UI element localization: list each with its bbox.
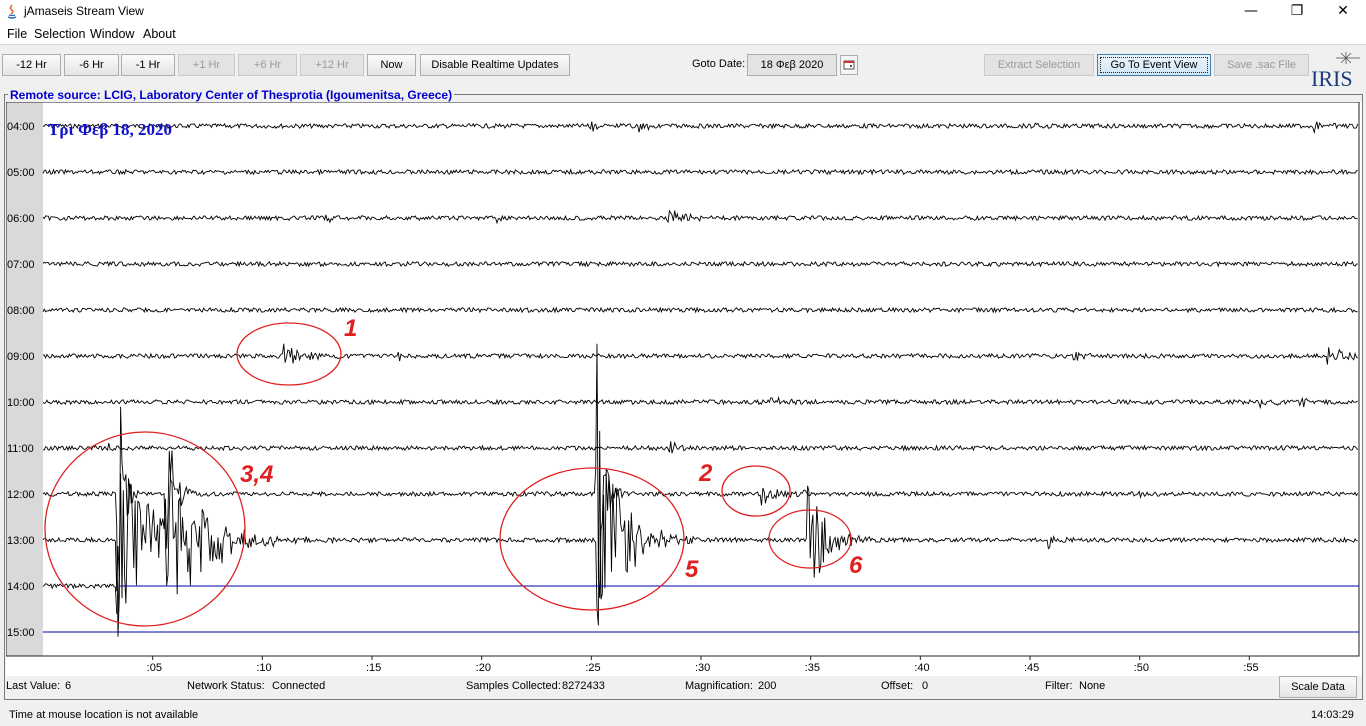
mouse-time-text: Time at mouse location is not available (9, 709, 199, 721)
title-bar: jAmaseis Stream View — ❐ ✕ (0, 0, 1366, 24)
calendar-icon (843, 60, 855, 70)
status-bar: Last Value: 6 Network Status: Connected … (0, 676, 1366, 698)
x-tick-label: :35 (805, 662, 820, 674)
menu-about[interactable]: About (143, 27, 176, 41)
last-value: 6 (65, 680, 72, 692)
window-title: jAmaseis Stream View (24, 4, 144, 18)
now-button[interactable]: Now (367, 54, 416, 76)
row-time-label: 09:00 (7, 351, 35, 363)
plus-1-hr-button[interactable]: +1 Hr (178, 54, 235, 76)
x-tick-label: :55 (1243, 662, 1258, 674)
magnification-value: 200 (758, 680, 777, 692)
minus-12-hr-button[interactable]: -12 Hr (2, 54, 61, 76)
x-tick-label: :50 (1134, 662, 1149, 674)
x-tick-label: :30 (695, 662, 710, 674)
x-tick-label: :45 (1024, 662, 1039, 674)
disable-realtime-button[interactable]: Disable Realtime Updates (420, 54, 570, 76)
extract-selection-button[interactable]: Extract Selection (984, 54, 1094, 76)
annotation-label: 5 (685, 556, 699, 583)
row-time-label: 13:00 (7, 535, 35, 547)
row-time-label: 07:00 (7, 259, 35, 271)
plot-background (6, 102, 1362, 676)
minimize-button[interactable]: — (1228, 0, 1274, 24)
samples-value: 8272433 (562, 680, 605, 692)
save-sac-file-button[interactable]: Save .sac File (1214, 54, 1309, 76)
clock: 14:03:29 (1311, 709, 1354, 721)
annotation-label: 2 (698, 460, 713, 487)
row-time-label: 14:00 (7, 581, 35, 593)
minus-6-hr-button[interactable]: -6 Hr (64, 54, 119, 76)
x-tick-label: :20 (476, 662, 491, 674)
network-status-value: Connected (272, 680, 326, 692)
filter-label: Filter: (1045, 680, 1073, 692)
iris-logo: IRIS (1311, 52, 1360, 90)
row-time-label: 04:00 (7, 121, 35, 133)
offset-value: 0 (922, 680, 929, 692)
row-time-label: 06:00 (7, 213, 35, 225)
row-time-label: 15:00 (7, 627, 35, 639)
close-button[interactable]: ✕ (1320, 0, 1366, 24)
goto-date-field[interactable]: 18 Φεβ 2020 (747, 54, 837, 76)
row-time-label: 10:00 (7, 397, 35, 409)
samples-label: Samples Collected: (466, 680, 561, 692)
go-to-event-view-button[interactable]: Go To Event View (1097, 54, 1211, 76)
x-tick-label: :25 (585, 662, 600, 674)
plus-6-hr-button[interactable]: +6 Hr (238, 54, 297, 76)
row-time-label: 11:00 (7, 443, 34, 455)
row-time-label: 12:00 (7, 489, 35, 501)
filter-value: None (1079, 680, 1106, 692)
remote-source-label: Remote source: LCIG, Laboratory Center o… (8, 88, 455, 102)
row-time-label: 08:00 (7, 305, 35, 317)
java-app-icon (7, 4, 17, 19)
annotation-label: 3,4 (240, 461, 273, 488)
last-value-label: Last Value: (6, 680, 61, 692)
iris-logo-text: IRIS (1311, 66, 1353, 90)
x-tick-label: :10 (256, 662, 271, 674)
minus-1-hr-button[interactable]: -1 Hr (121, 54, 175, 76)
x-tick-label: :40 (914, 662, 929, 674)
toolbar: -12 Hr -6 Hr -1 Hr +1 Hr +6 Hr +12 Hr No… (0, 45, 1366, 89)
annotation-label: 1 (344, 315, 357, 342)
menu-bar: File Selection Window About (0, 24, 1366, 45)
footer: Time at mouse location is not available … (0, 702, 1366, 726)
x-tick-label: :05 (147, 662, 162, 674)
scale-data-button[interactable]: Scale Data (1279, 676, 1357, 698)
menu-selection[interactable]: Selection (34, 27, 85, 41)
magnification-label: Magnification: (685, 680, 753, 692)
calendar-button[interactable] (840, 55, 858, 75)
plus-12-hr-button[interactable]: +12 Hr (300, 54, 364, 76)
menu-file[interactable]: File (7, 27, 27, 41)
network-status-label: Network Status: (187, 680, 265, 692)
maximize-button[interactable]: ❐ (1274, 0, 1320, 24)
offset-label: Offset: (881, 680, 914, 692)
helicorder-plot[interactable]: 04:00 05:00 06:00 07:00 08:00 09:00 10:00 11:00… (6, 102, 1362, 676)
row-time-label: 05:00 (7, 167, 35, 179)
menu-window[interactable]: Window (90, 27, 134, 41)
date-label: Τρι Φεβ 18, 2020 (48, 120, 172, 139)
goto-date-label: Goto Date: (692, 58, 746, 70)
x-tick-label: :15 (366, 662, 381, 674)
annotation-label: 6 (849, 552, 863, 579)
time-axis-band (6, 102, 43, 656)
